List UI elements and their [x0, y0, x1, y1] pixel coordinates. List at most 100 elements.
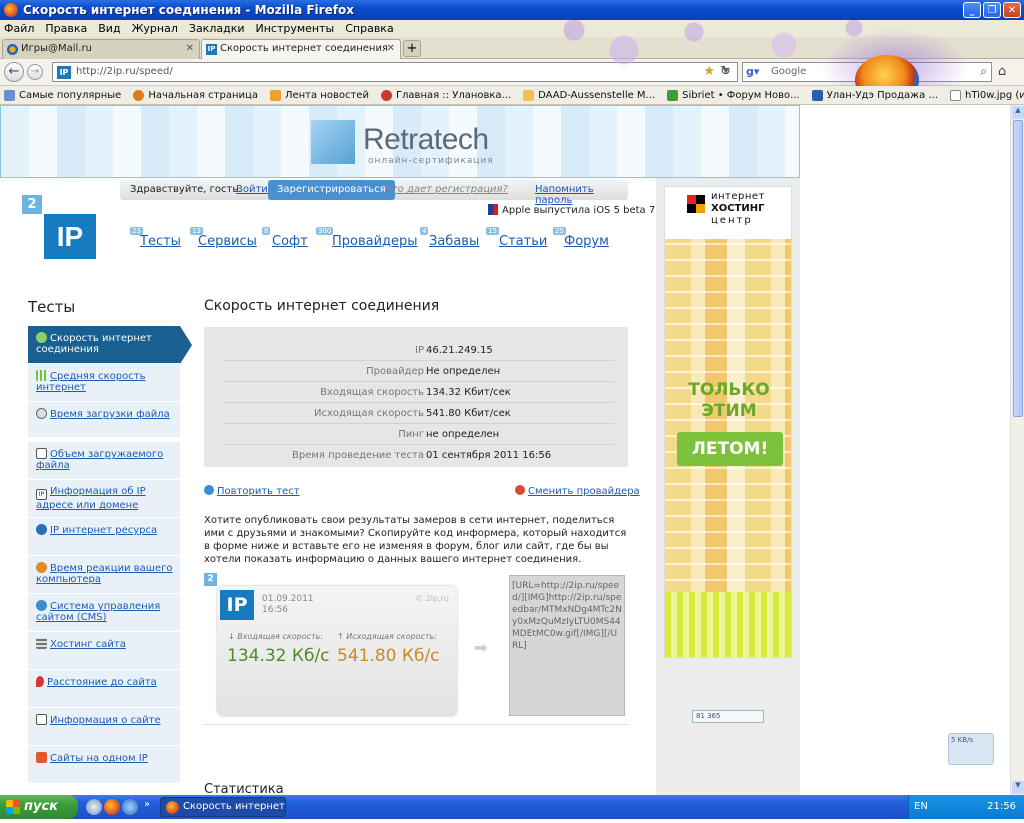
sidebar-item-avg-speed[interactable]: Средняя скорость интернет	[28, 364, 180, 402]
change-provider-link[interactable]: Сменить провайдера	[515, 485, 640, 497]
bookmark-item[interactable]: Самые популярные	[4, 89, 121, 101]
tab-close-icon[interactable]: ✕	[387, 43, 395, 54]
retratech-banner[interactable]: Retratech онлайн-сертификация	[0, 105, 800, 178]
tab-close-icon[interactable]: ✕	[186, 43, 194, 54]
informer-code-textarea[interactable]: [URL=http://2ip.ru/speed/][IMG]http://2i…	[509, 575, 625, 716]
sidebar-item-same-ip[interactable]: Сайты на одном IP	[28, 746, 180, 784]
result-row: IP 46.21.249.15	[224, 341, 614, 361]
menu-edit[interactable]: Правка	[45, 22, 87, 35]
menu-view[interactable]: Вид	[98, 22, 120, 35]
firefox-window: Скорость интернет соединения - Mozilla F…	[0, 0, 1024, 823]
bookmark-item[interactable]: DAAD-Aussenstelle M...	[523, 89, 655, 101]
search-icon[interactable]: ⌕	[980, 64, 987, 79]
ad-summer-button[interactable]: ЛЕТОМ!	[677, 432, 783, 466]
desktop-icon[interactable]	[86, 799, 102, 815]
google-icon[interactable]: g▾	[746, 65, 759, 78]
nav-services[interactable]: Сервисы	[198, 234, 257, 249]
minimize-button[interactable]: _	[963, 2, 981, 18]
informer-badge: 2	[204, 573, 217, 586]
bookmark-item[interactable]: Главная :: Улановка...	[380, 89, 511, 101]
home-icon[interactable]: ⌂	[998, 64, 1006, 79]
menu-bookmarks[interactable]: Закладки	[189, 22, 245, 35]
file-icon	[36, 448, 47, 459]
sidebar-item-download-time[interactable]: Время загрузки файла	[28, 402, 180, 438]
retest-link[interactable]: Повторить тест	[204, 485, 300, 497]
bookmark-item[interactable]: Лента новостей	[269, 89, 369, 101]
document-icon	[36, 714, 47, 725]
menu-history[interactable]: Журнал	[132, 22, 178, 35]
tab-speed-test[interactable]: IP Скорость интернет соединения ✕	[201, 39, 401, 59]
site-icon	[380, 89, 392, 101]
sidebar-item-site-info[interactable]: Информация о сайте	[28, 708, 180, 746]
news-ticker[interactable]: Apple выпустила iOS 5 beta 7	[488, 204, 655, 216]
maximize-button[interactable]: ❐	[983, 2, 1001, 18]
nav-software[interactable]: Софт	[272, 234, 308, 249]
clock[interactable]: 21:56	[987, 801, 1016, 812]
provider-icon	[515, 485, 525, 495]
why-register-link[interactable]: Что дает регистрация?	[385, 184, 508, 195]
back-button[interactable]: ←	[4, 62, 24, 82]
register-button[interactable]: Зарегистрироваться	[268, 180, 395, 200]
remind-password-link[interactable]: Напомнить пароль	[535, 184, 628, 206]
nav-providers[interactable]: Провайдеры	[332, 234, 418, 249]
ie-icon[interactable]	[122, 799, 138, 815]
ad-line-2: ХОСТИНГ	[711, 203, 765, 214]
sidebar-item-distance[interactable]: Расстояние до сайта	[28, 670, 180, 708]
tab-mail-games[interactable]: Игры@Mail.ru ✕	[2, 39, 200, 59]
sidebar-item-reaction[interactable]: Время реакции вашего компьютера	[28, 556, 180, 594]
ip-icon: IP	[36, 489, 47, 500]
taskbar: пуск » Скорость интернет ... EN 21:56	[0, 795, 1024, 823]
quicklaunch-more-icon[interactable]: »	[144, 799, 150, 810]
speed-widget[interactable]: 5 KB/s	[948, 733, 994, 765]
nav-fun[interactable]: Забавы	[429, 234, 479, 249]
bookmark-item[interactable]: hTi0w.jpg (изображе...	[950, 89, 1024, 101]
firefox-quicklaunch-icon[interactable]	[104, 799, 120, 815]
sidebar-item-speed[interactable]: Скорость интернет соединения	[28, 326, 192, 364]
sidebar-item-ip-resource[interactable]: IP интернет ресурса	[28, 518, 180, 556]
nav-articles[interactable]: Статьи	[499, 234, 547, 249]
scroll-thumb[interactable]	[1013, 120, 1023, 417]
sidebar-item-hosting[interactable]: Хостинг сайта	[28, 632, 180, 670]
sidebar-item-cms[interactable]: Система управления сайтом (CMS)	[28, 594, 180, 632]
url-bar[interactable]: IP http://2ip.ru/speed/ ★ ▼	[52, 62, 738, 82]
site-identity-icon[interactable]: IP	[57, 66, 71, 79]
ad-pattern-green	[665, 592, 791, 657]
web-page[interactable]: Retratech онлайн-сертификация Здравствуй…	[0, 105, 1010, 795]
menu-help[interactable]: Справка	[345, 22, 393, 35]
taskbar-firefox-button[interactable]: Скорость интернет ...	[160, 797, 286, 823]
arrow-right-icon: ➡	[474, 638, 488, 657]
informer-in-value: 134.32 Кб/с	[227, 646, 330, 666]
language-indicator[interactable]: EN	[914, 801, 928, 812]
scroll-down-icon[interactable]: ▼	[1012, 781, 1024, 794]
menu-file[interactable]: Файл	[4, 22, 34, 35]
new-tab-button[interactable]: +	[403, 40, 421, 57]
forward-button[interactable]: →	[27, 64, 43, 80]
reload-icon[interactable]: ↻	[720, 64, 731, 79]
title-bar[interactable]: Скорость интернет соединения - Mozilla F…	[0, 0, 1024, 20]
informer-ip-logo: IP	[220, 590, 254, 620]
hosting-ad-banner[interactable]: интернет ХОСТИНГ центр ТОЛЬКО ЭТИМ ЛЕТОМ…	[664, 186, 792, 658]
bars-icon	[36, 370, 47, 381]
main-navigation: 23 Тесты 13 Сервисы 8 Софт 300 Провайдер…	[128, 227, 628, 257]
bookmark-folder-icon	[4, 89, 15, 101]
visit-counter[interactable]: 81 365	[692, 710, 764, 723]
start-button[interactable]: пуск	[0, 795, 78, 819]
informer-watermark: © 2ip.ru	[415, 594, 449, 603]
login-link[interactable]: Войти	[236, 184, 268, 195]
firefox-icon	[166, 801, 179, 814]
sidebar-item-file-size[interactable]: Объем загружаемого файла	[28, 442, 180, 480]
nav-tests[interactable]: Тесты	[140, 234, 181, 249]
vertical-scrollbar[interactable]: ▲ ▼	[1010, 105, 1024, 795]
informer-in-label: ↓ Входящая скорость:	[228, 632, 324, 641]
bookmark-item[interactable]: Sibriet • Форум Ново...	[667, 89, 800, 101]
nav-forum[interactable]: Форум	[564, 234, 609, 249]
sidebar-item-ip-info[interactable]: IP Информация об IP адресе или домене	[28, 480, 180, 518]
bookmark-star-icon[interactable]: ★	[703, 64, 715, 79]
bookmark-item[interactable]: Улан-Удэ Продажа ...	[811, 89, 938, 101]
scroll-up-icon[interactable]: ▲	[1012, 106, 1024, 119]
bookmark-item[interactable]: Начальная страница	[133, 89, 258, 101]
menu-tools[interactable]: Инструменты	[256, 22, 335, 35]
close-button[interactable]: ✕	[1003, 2, 1021, 18]
sidebar-title: Тесты	[28, 298, 76, 316]
nav-count-badge: 15	[486, 227, 499, 235]
